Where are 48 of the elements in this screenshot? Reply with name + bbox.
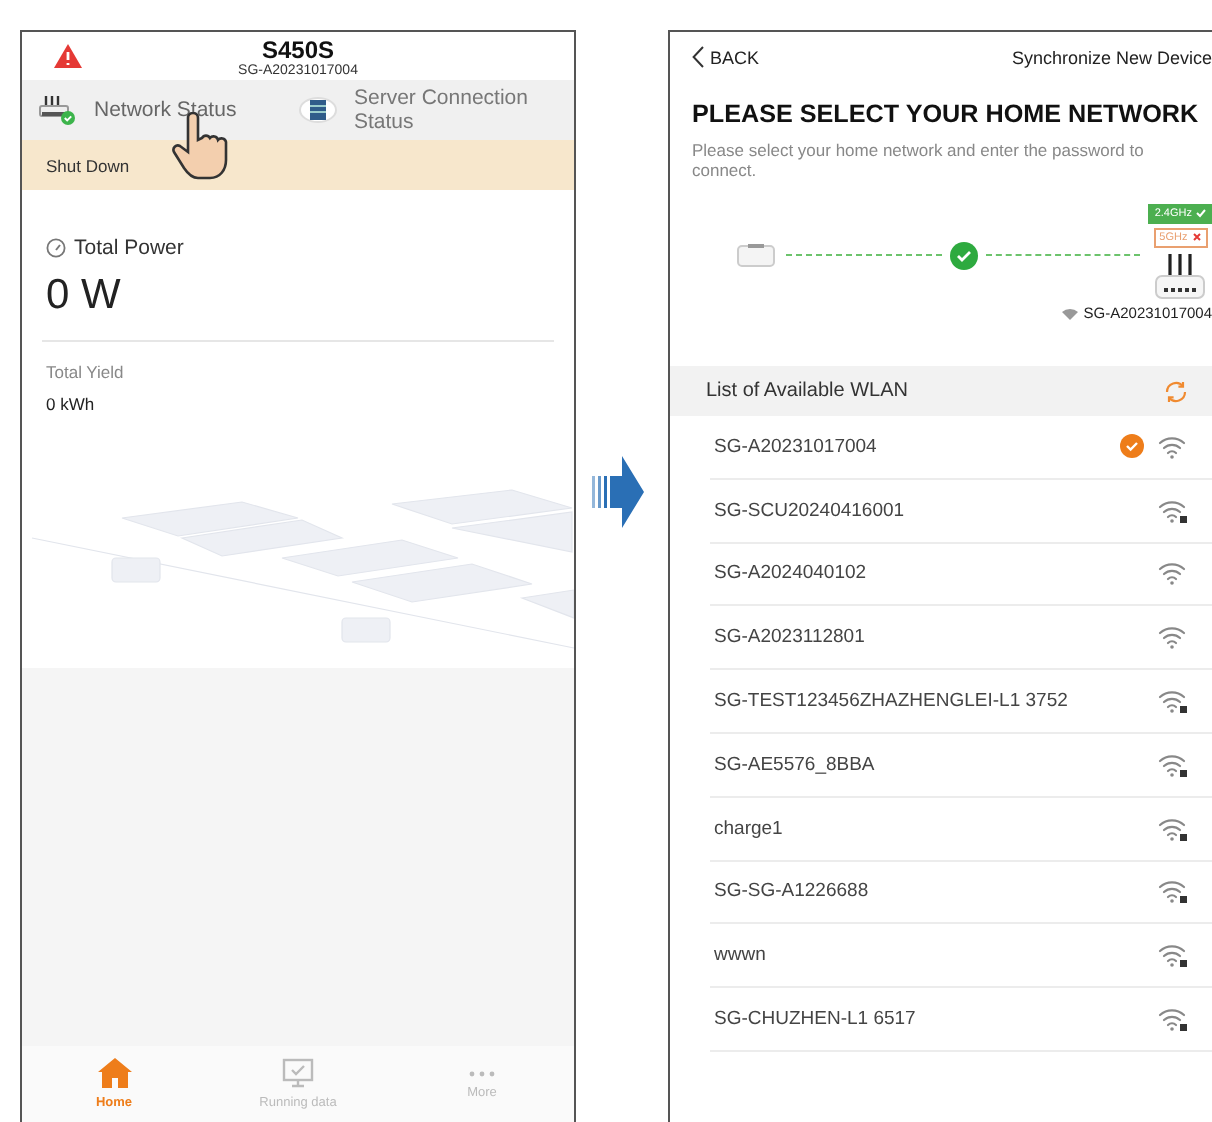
router-icon xyxy=(1154,252,1207,300)
check-icon xyxy=(1196,208,1206,218)
cross-icon xyxy=(1191,232,1202,242)
gauge-icon xyxy=(46,238,66,258)
device-name: S450S xyxy=(261,35,335,63)
locked-wifi-icon xyxy=(1158,751,1188,778)
home-icon xyxy=(97,1058,131,1088)
wifi-network-item[interactable]: SG-A20231017004 xyxy=(710,416,1212,480)
wifi-network-item[interactable]: charge1 xyxy=(710,797,1212,862)
wifi-network-item[interactable]: SG-TEST123456ZHAZHENGLEI-L1 3752 xyxy=(710,670,1212,734)
instruction-text: Please select your home network and enter the password to connect. xyxy=(692,140,1146,180)
wifi-network-item[interactable]: SG-SG-A1226688 xyxy=(710,861,1212,925)
yield-value: 0 kWh xyxy=(46,394,97,414)
wifi-icon xyxy=(1158,624,1188,651)
wifi-network-item[interactable]: SG-A2024040102 xyxy=(710,543,1212,607)
locked-wifi-icon xyxy=(1158,942,1188,969)
locked-wifi-icon xyxy=(1158,688,1188,715)
wifi-network-item[interactable]: SG-SCU20240416001 xyxy=(710,479,1212,544)
locked-wifi-icon xyxy=(1158,878,1188,905)
locked-wifi-icon xyxy=(1158,497,1188,524)
router-icon xyxy=(38,94,78,126)
locked-wifi-icon xyxy=(1158,815,1188,842)
inverter-icon xyxy=(734,244,778,268)
server-icon xyxy=(298,96,338,124)
page-title: PLEASE SELECT YOUR HOME NETWORK xyxy=(692,100,1201,128)
locked-wifi-icon xyxy=(1158,1006,1188,1033)
status-banner: Shut Down xyxy=(22,140,574,190)
chevron-left-icon xyxy=(692,46,704,68)
wifi-network-item[interactable]: SG-A2023112801 xyxy=(710,606,1212,671)
wifi-icon xyxy=(1061,307,1078,319)
yield-label: Total Yield xyxy=(46,362,126,382)
header-title: Synchronize New Device xyxy=(1011,47,1212,67)
power-value: 0 W xyxy=(46,272,123,320)
refresh-icon[interactable] xyxy=(1164,379,1188,403)
status-tab[interactable]: Server Connection Status xyxy=(298,86,558,134)
list-title: List of Available WLAN xyxy=(706,380,908,402)
back-button[interactable]: BACK xyxy=(692,46,760,68)
wifi-network-item[interactable]: SG-AE5576_8BBA xyxy=(710,733,1212,798)
check-icon xyxy=(949,242,978,270)
wifi-network-item[interactable]: wwwn xyxy=(710,924,1212,989)
monitor-icon xyxy=(282,1058,314,1088)
more-icon xyxy=(468,1069,496,1077)
wifi-network-item[interactable]: SG-CHUZHEN-L1 6517 xyxy=(710,988,1212,1052)
warning-icon xyxy=(54,44,82,68)
wifi-icon xyxy=(1158,433,1188,460)
wifi-icon xyxy=(1158,560,1188,587)
arrow-icon xyxy=(592,456,644,528)
power-label: Total Power xyxy=(74,236,184,260)
